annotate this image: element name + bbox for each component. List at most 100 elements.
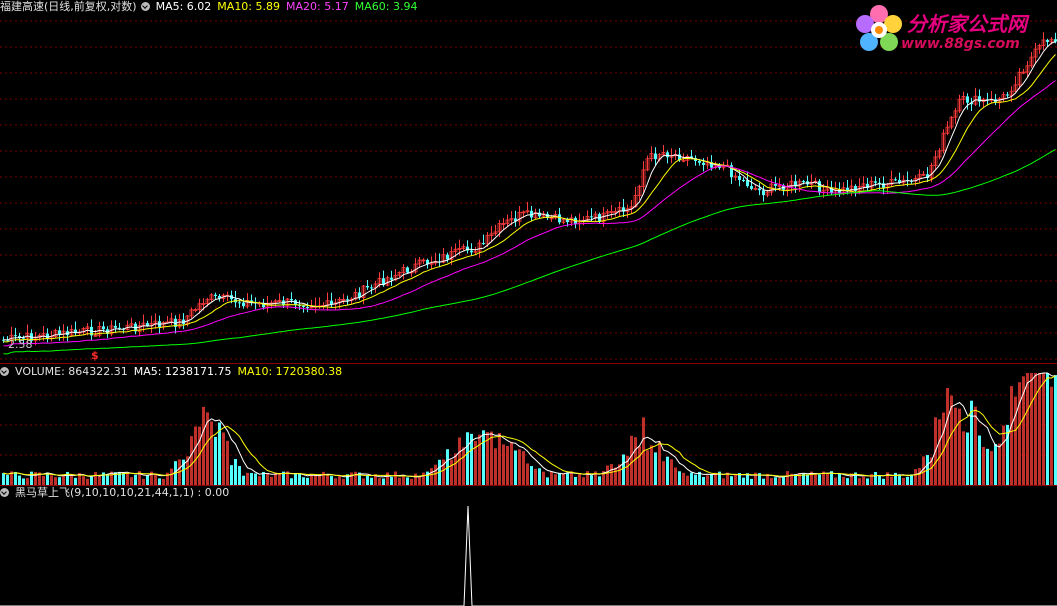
logo-url: www.88gs.com: [901, 36, 1020, 52]
candle-body: [242, 302, 245, 307]
volume-bar: [826, 473, 829, 485]
volume-bar: [610, 464, 613, 485]
volume-bar: [566, 472, 569, 485]
dropdown-icon[interactable]: [0, 488, 9, 497]
volume-bar: [390, 477, 393, 485]
volume-bar: [1026, 373, 1029, 485]
volume-bar: [878, 475, 881, 485]
volume-bar: [98, 475, 101, 485]
volume-bar: [858, 478, 861, 485]
volume-bar: [574, 477, 577, 485]
candle-body: [306, 306, 309, 308]
volume-bar: [250, 472, 253, 485]
volume-bar: [634, 437, 637, 485]
site-logo: 分析家公式网 www.88gs.com: [851, 2, 1051, 58]
volume-bar: [42, 475, 45, 485]
volume-bar: [494, 448, 497, 485]
volume-bar: [562, 473, 565, 485]
volume-bar: [506, 445, 509, 485]
volume-bar: [350, 472, 353, 485]
volume-bar: [298, 473, 301, 485]
volume-bar: [654, 452, 657, 485]
volume-bar: [598, 476, 601, 485]
candle-body: [762, 190, 765, 196]
volume-bar: [982, 446, 985, 485]
volume-bar: [226, 440, 229, 485]
candle-body: [654, 153, 657, 160]
candle-body: [742, 180, 745, 182]
volume-bar: [518, 449, 521, 485]
candle-body: [774, 184, 777, 186]
volume-ma5: MA5: 1238171.75: [133, 365, 232, 378]
ma5-line: [3, 41, 1056, 341]
volume-bar: [658, 441, 661, 485]
candle-body: [102, 326, 105, 330]
volume-bar: [246, 472, 249, 485]
candle-body: [470, 250, 473, 253]
candle-body: [366, 286, 369, 288]
volume-bar: [398, 477, 401, 485]
volume-bar: [418, 476, 421, 485]
volume-bar: [338, 475, 341, 485]
candle-body: [370, 287, 373, 289]
volume-bar: [82, 476, 85, 485]
volume-bar: [190, 436, 193, 485]
volume-bar: [834, 477, 837, 485]
volume-bar: [122, 472, 125, 485]
volume-bar: [402, 476, 405, 485]
volume-bar: [74, 477, 77, 485]
volume-chart[interactable]: [0, 364, 1057, 485]
volume-bar: [370, 477, 373, 485]
volume-bar: [326, 475, 329, 485]
volume-bar: [902, 477, 905, 485]
volume-bar: [1010, 386, 1013, 485]
volume-panel[interactable]: VOLUME: 864322.31 MA5: 1238171.75 MA10: 17…: [0, 364, 1057, 485]
candle-body: [290, 299, 293, 301]
volume-ma10-line: [3, 375, 1056, 477]
volume-bar: [422, 472, 425, 485]
volume-bar: [946, 387, 949, 485]
volume-bar: [914, 469, 917, 485]
volume-bar: [146, 475, 149, 485]
indicator-label: 黑马草上飞(9,10,10,10,21,44,1,1) : 0.00: [15, 486, 230, 499]
volume-bar: [686, 475, 689, 485]
volume-bar: [1014, 396, 1017, 485]
volume-bar: [450, 459, 453, 485]
ma10-line: [3, 54, 1056, 343]
volume-bar: [1046, 373, 1049, 485]
volume-bar: [638, 446, 641, 485]
volume-bar: [354, 471, 357, 485]
volume-bar: [62, 475, 65, 485]
volume-bar: [614, 467, 617, 485]
dropdown-icon[interactable]: [0, 367, 9, 376]
price-panel[interactable]: 福建高速(日线,前复权,对数) MA5: 6.02 MA10: 5.89 MA20: …: [0, 0, 1057, 363]
candle-body: [302, 305, 305, 307]
volume-bar: [534, 468, 537, 485]
volume-bar: [918, 468, 921, 485]
volume-bar: [254, 473, 257, 485]
volume-bar: [330, 476, 333, 485]
volume-bar: [210, 421, 213, 485]
volume-bar: [266, 473, 269, 485]
volume-bar: [334, 478, 337, 485]
volume-bar: [994, 443, 997, 485]
volume-bar: [690, 472, 693, 485]
volume-bar: [1050, 386, 1053, 485]
volume-bar: [678, 471, 681, 485]
volume-bar: [238, 466, 241, 485]
volume-bar: [222, 432, 225, 485]
dropdown-icon[interactable]: [140, 2, 150, 11]
volume-bar: [670, 459, 673, 485]
volume-bar: [134, 474, 137, 485]
stock-title: 福建高速(日线,前复权,对数): [0, 0, 137, 13]
volume-bar: [782, 476, 785, 485]
volume-bar: [846, 478, 849, 485]
volume-bar: [462, 447, 465, 485]
candle-body: [894, 179, 897, 181]
candle-body: [346, 299, 349, 301]
volume-bar: [550, 471, 553, 485]
indicator-line: [0, 505, 1057, 606]
indicator-chart[interactable]: [0, 486, 1057, 606]
indicator-panel[interactable]: 黑马草上飞(9,10,10,10,21,44,1,1) : 0.00: [0, 486, 1057, 606]
volume-bar: [666, 456, 669, 485]
